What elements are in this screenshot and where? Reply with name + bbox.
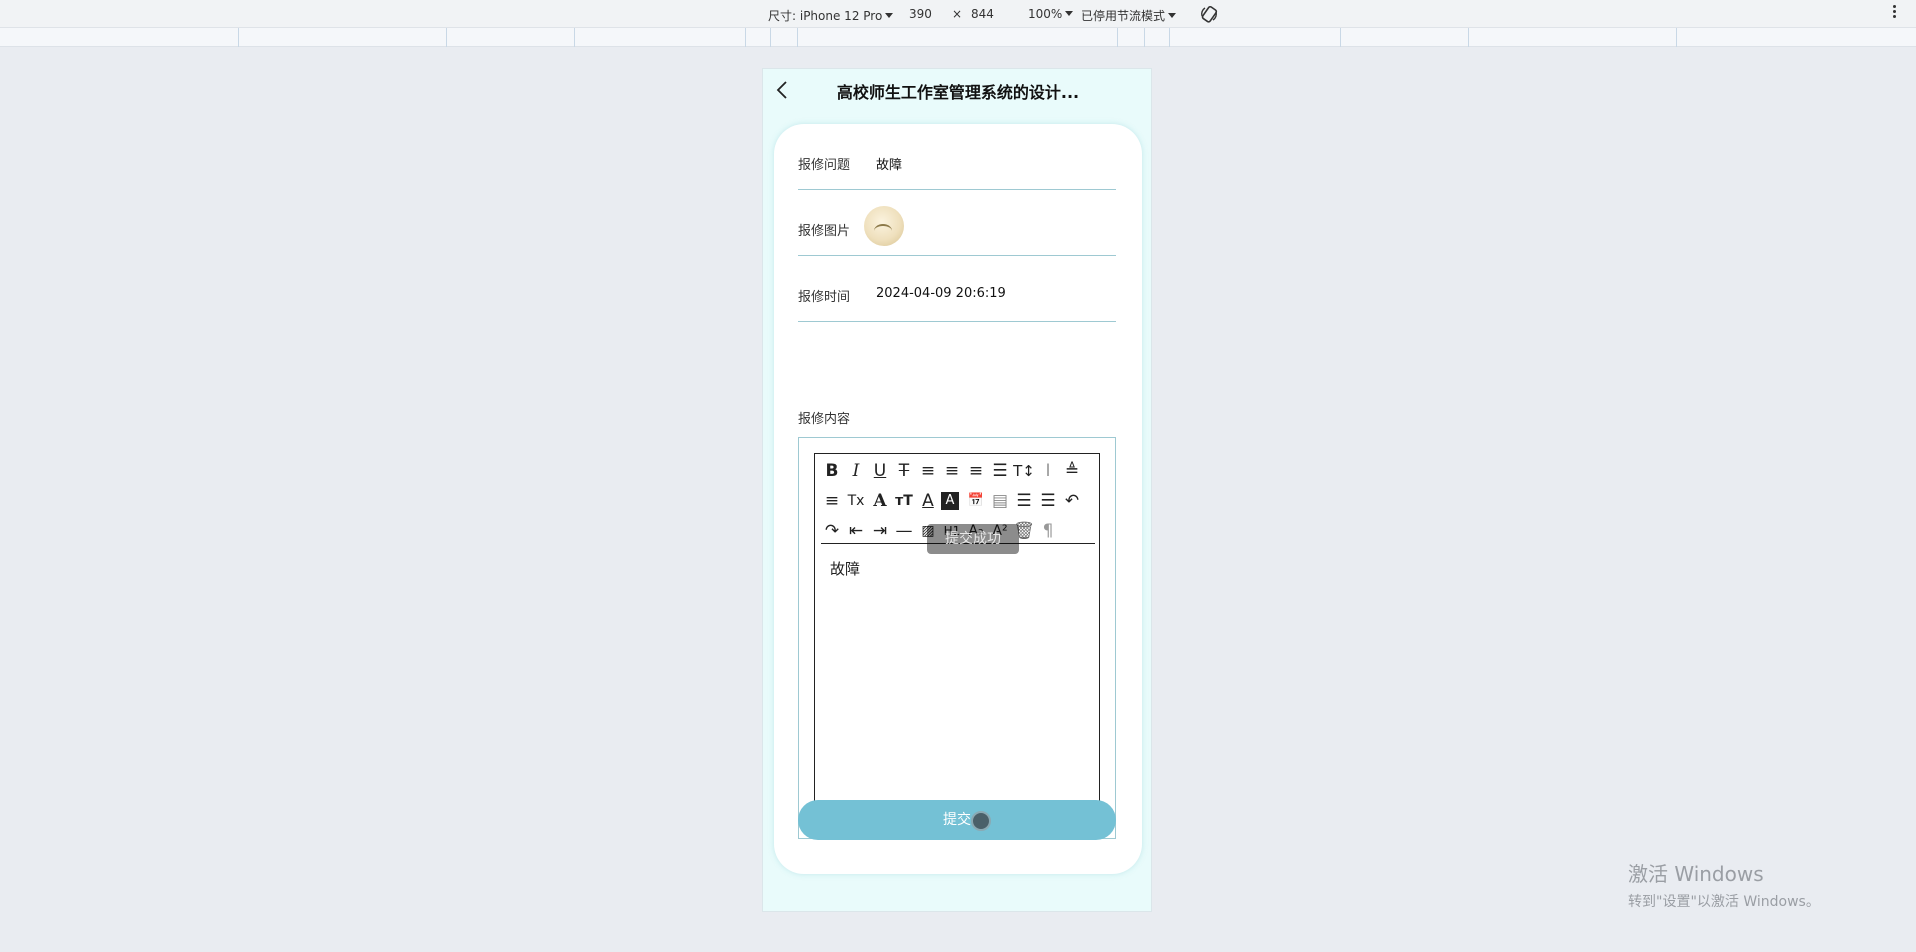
repair-image-thumbnail[interactable] xyxy=(864,206,904,246)
caret-down-icon xyxy=(885,13,894,18)
list-bullet-icon[interactable]: ☰ xyxy=(1037,490,1059,512)
caret-down-icon xyxy=(1168,13,1177,18)
zoom-select[interactable]: 100% xyxy=(1028,7,1074,21)
time-label: 报修时间 xyxy=(798,290,851,305)
paragraph-icon[interactable]: ¶ xyxy=(1037,520,1059,542)
caret-down-icon xyxy=(1065,11,1074,16)
editor-content[interactable]: 故障 xyxy=(830,558,860,579)
horizontal-rule-icon[interactable]: — xyxy=(893,520,915,542)
device-toolbar: 尺寸: iPhone 12 Pro 390 × 844 100% 已停用节流模式 xyxy=(0,0,1916,28)
windows-activation-watermark: 激活 Windows 转到"设置"以激活 Windows。 xyxy=(1628,858,1820,911)
problem-field[interactable]: 报修问题 故障 xyxy=(798,124,1116,190)
align-left-icon[interactable]: ≡ xyxy=(917,460,939,482)
font-size-icon[interactable]: T↕ xyxy=(1013,460,1035,482)
redo-icon[interactable]: ↷ xyxy=(821,520,843,542)
touch-cursor-icon xyxy=(971,811,991,831)
submit-button[interactable]: 提交 xyxy=(798,800,1116,840)
date-icon[interactable]: 📅 xyxy=(965,490,987,512)
throttle-select[interactable]: 已停用节流模式 xyxy=(1081,7,1177,24)
undo-icon[interactable]: ↶ xyxy=(1061,490,1083,512)
outdent-icon[interactable]: ⇤ xyxy=(845,520,867,542)
indent-icon[interactable]: ⇥ xyxy=(869,520,891,542)
submit-label: 提交 xyxy=(943,812,971,828)
font-icon[interactable]: A xyxy=(869,490,891,512)
times-sign: × xyxy=(952,7,963,21)
image-field: 报修图片 xyxy=(798,190,1116,256)
image-label: 报修图片 xyxy=(798,224,851,239)
space-before-icon[interactable]: ≜ xyxy=(1061,460,1083,482)
problem-label: 报修问题 xyxy=(798,158,851,173)
list-ordered-icon[interactable]: ☰ xyxy=(1013,490,1035,512)
strikethrough-icon[interactable]: T xyxy=(893,460,915,482)
problem-value[interactable]: 故障 xyxy=(876,154,902,173)
watermark-line1: 激活 Windows xyxy=(1628,862,1764,886)
clear-format-icon[interactable]: Tx xyxy=(845,490,867,512)
phone-viewport: 高校师生工作室管理系统的设计... 报修问题 故障 报修图片 报修时间 2024… xyxy=(762,68,1152,912)
clipboard-icon[interactable]: ▤ xyxy=(989,490,1011,512)
time-field[interactable]: 报修时间 2024-04-09 20:6:19 xyxy=(798,256,1116,322)
watermark-line2: 转到"设置"以激活 Windows。 xyxy=(1628,894,1820,910)
nav-bar: 高校师生工作室管理系统的设计... xyxy=(763,69,1153,111)
align-justify-icon[interactable]: ☰ xyxy=(989,460,1011,482)
italic-icon[interactable]: I xyxy=(845,460,867,482)
space-after-icon[interactable]: ≡ xyxy=(821,490,843,512)
rich-text-editor[interactable]: B I U T ≡ ≡ ≡ ☰ T↕ I ≜ ≡ Tx A тT A A 📅 ▤… xyxy=(814,453,1100,823)
media-query-ruler xyxy=(0,28,1916,47)
height-input[interactable]: 844 xyxy=(971,7,994,21)
form-card: 报修问题 故障 报修图片 报修时间 2024-04-09 20:6:19 报修内… xyxy=(774,124,1142,874)
success-toast: 提交成功 xyxy=(927,524,1019,554)
editor-wrapper: B I U T ≡ ≡ ≡ ☰ T↕ I ≜ ≡ Tx A тT A A 📅 ▤… xyxy=(798,437,1116,839)
align-right-icon[interactable]: ≡ xyxy=(965,460,987,482)
more-vertical-icon[interactable] xyxy=(1893,5,1897,21)
time-value[interactable]: 2024-04-09 20:6:19 xyxy=(876,286,1006,301)
width-input[interactable]: 390 xyxy=(909,7,932,21)
underline-icon[interactable]: U xyxy=(869,460,891,482)
rotate-icon[interactable] xyxy=(1199,4,1219,24)
line-height-icon[interactable]: I xyxy=(1037,460,1059,482)
content-label: 报修内容 xyxy=(798,412,851,427)
text-color-icon[interactable]: A xyxy=(917,490,939,512)
background-color-icon[interactable]: A xyxy=(941,492,959,510)
device-select[interactable]: 尺寸: iPhone 12 Pro xyxy=(768,7,894,24)
align-center-icon[interactable]: ≡ xyxy=(941,460,963,482)
page-title: 高校师生工作室管理系统的设计... xyxy=(836,83,1080,102)
font-size-adjust-icon[interactable]: тT xyxy=(893,490,915,512)
bold-icon[interactable]: B xyxy=(821,460,843,482)
chevron-left-icon[interactable] xyxy=(775,80,789,100)
